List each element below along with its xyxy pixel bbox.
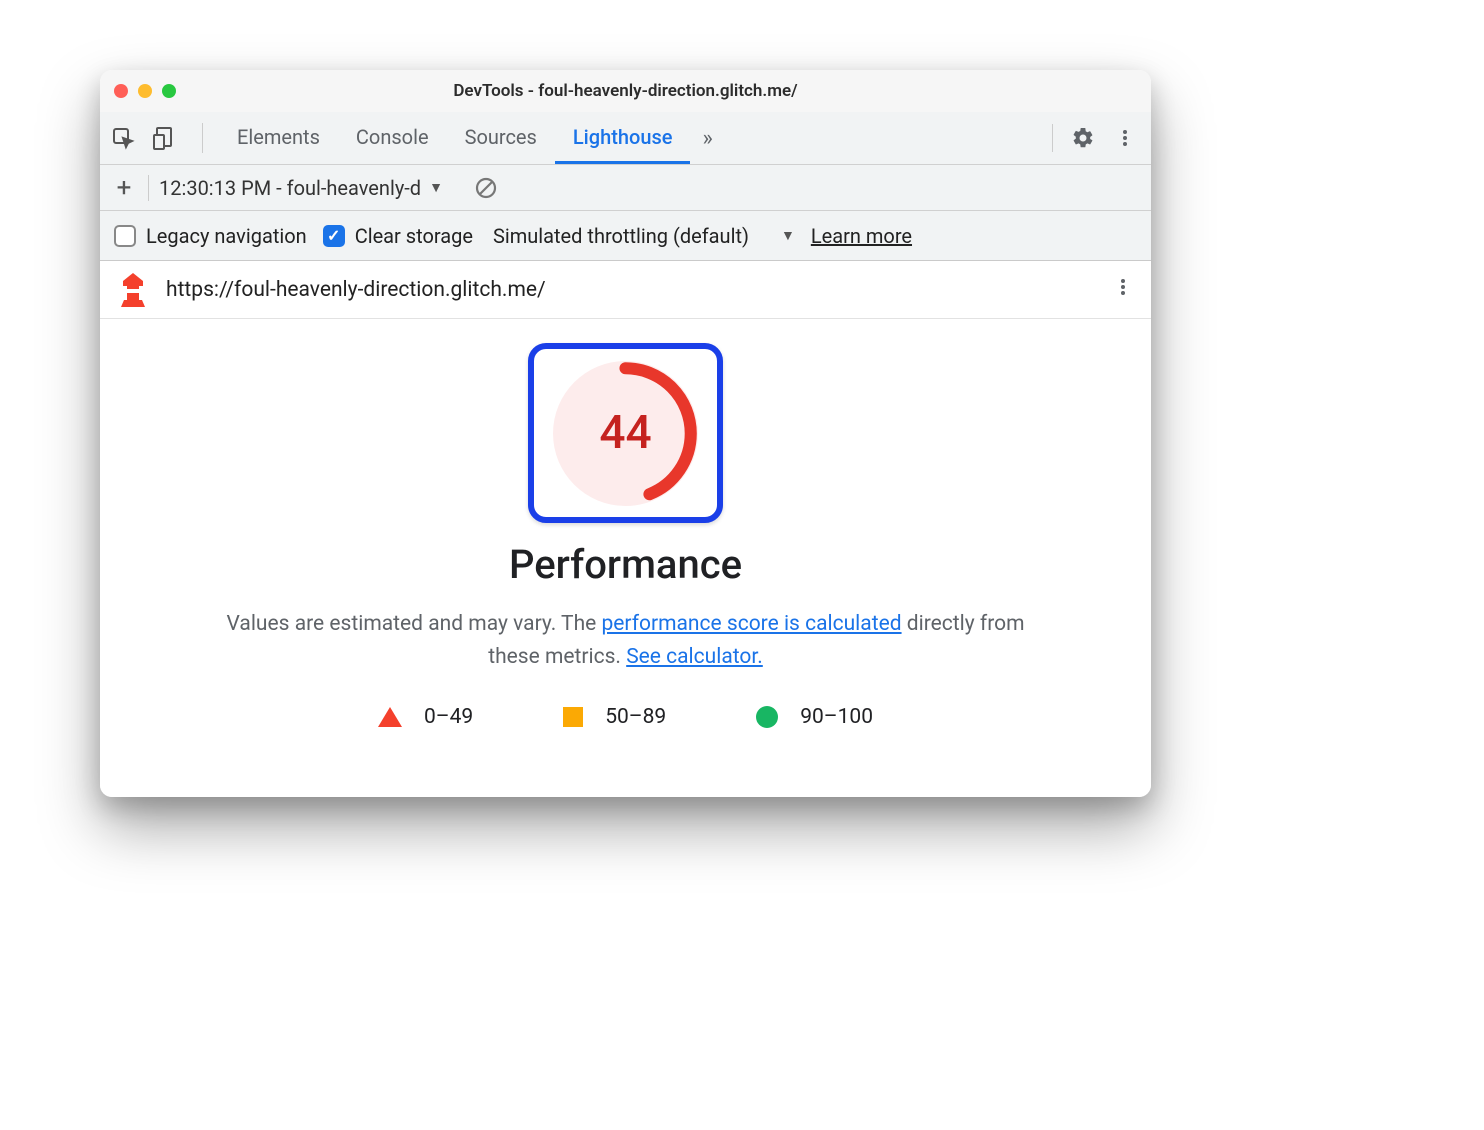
legend-fail: 0–49: [378, 705, 473, 729]
legend-fail-label: 0–49: [424, 705, 473, 729]
desc-text-1: Values are estimated and may vary. The: [227, 612, 602, 636]
score-highlight-box: 44: [528, 343, 723, 523]
tab-lighthouse[interactable]: Lighthouse: [555, 112, 691, 164]
report-selector-label: 12:30:13 PM - foul-heavenly-d: [159, 176, 421, 200]
titlebar: DevTools - foul-heavenly-direction.glitc…: [100, 70, 1151, 112]
device-toolbar-icon[interactable]: [150, 123, 180, 153]
tab-sources[interactable]: Sources: [447, 112, 555, 164]
legacy-navigation-label: Legacy navigation: [146, 224, 307, 248]
legend-average: 50–89: [563, 705, 666, 729]
throttling-selector[interactable]: Simulated throttling (default) ▼: [493, 224, 795, 248]
lighthouse-logo-icon: [118, 273, 148, 307]
clear-storage-checkbox[interactable]: Clear storage: [323, 224, 473, 248]
divider: [202, 123, 203, 153]
category-description: Values are estimated and may vary. The p…: [211, 608, 1041, 673]
close-window-button[interactable]: [114, 84, 128, 98]
lighthouse-toolbar: + 12:30:13 PM - foul-heavenly-d ▼: [100, 165, 1151, 211]
score-legend: 0–49 50–89 90–100: [378, 705, 873, 729]
lighthouse-settings-bar: Legacy navigation Clear storage Simulate…: [100, 211, 1151, 261]
clear-storage-label: Clear storage: [355, 224, 473, 248]
minimize-window-button[interactable]: [138, 84, 152, 98]
learn-more-link[interactable]: Learn more: [811, 224, 912, 248]
window-controls: [114, 84, 176, 98]
settings-gear-icon[interactable]: [1065, 120, 1101, 156]
see-calculator-link[interactable]: See calculator.: [626, 645, 763, 669]
checkbox-checked-icon: [323, 225, 345, 247]
report-selector[interactable]: 12:30:13 PM - foul-heavenly-d ▼: [159, 176, 443, 200]
performance-gauge[interactable]: 44: [553, 361, 698, 506]
circle-icon: [756, 706, 778, 728]
chevron-down-icon: ▼: [781, 227, 795, 244]
legend-average-label: 50–89: [605, 705, 666, 729]
checkbox-icon: [114, 225, 136, 247]
throttling-label: Simulated throttling (default): [493, 224, 749, 248]
audited-url: https://foul-heavenly-direction.glitch.m…: [166, 278, 546, 302]
zoom-window-button[interactable]: [162, 84, 176, 98]
chevron-down-icon: ▼: [429, 179, 443, 196]
devtools-window: DevTools - foul-heavenly-direction.glitc…: [100, 70, 1151, 797]
window-title: DevTools - foul-heavenly-direction.glitc…: [453, 81, 797, 101]
lighthouse-report: 44 Performance Values are estimated and …: [100, 319, 1151, 797]
divider: [148, 175, 149, 201]
category-title: Performance: [509, 541, 742, 588]
square-icon: [563, 707, 583, 727]
triangle-icon: [378, 707, 402, 727]
tab-elements[interactable]: Elements: [219, 112, 338, 164]
panel-tabs: Elements Console Sources Lighthouse: [219, 112, 690, 164]
legacy-navigation-checkbox[interactable]: Legacy navigation: [114, 224, 307, 248]
more-options-icon[interactable]: [1107, 120, 1143, 156]
report-header: https://foul-heavenly-direction.glitch.m…: [100, 261, 1151, 319]
divider: [1052, 124, 1053, 152]
more-tabs-button[interactable]: »: [690, 126, 724, 151]
performance-score: 44: [553, 361, 698, 506]
score-calc-link[interactable]: performance score is calculated: [602, 612, 902, 636]
report-menu-icon[interactable]: [1113, 277, 1133, 303]
new-report-button[interactable]: +: [110, 174, 138, 202]
legend-pass: 90–100: [756, 705, 873, 729]
tab-console[interactable]: Console: [338, 112, 447, 164]
inspect-element-icon[interactable]: [108, 123, 138, 153]
main-toolbar: Elements Console Sources Lighthouse »: [100, 112, 1151, 165]
clear-all-icon[interactable]: [471, 173, 501, 203]
legend-pass-label: 90–100: [800, 705, 873, 729]
